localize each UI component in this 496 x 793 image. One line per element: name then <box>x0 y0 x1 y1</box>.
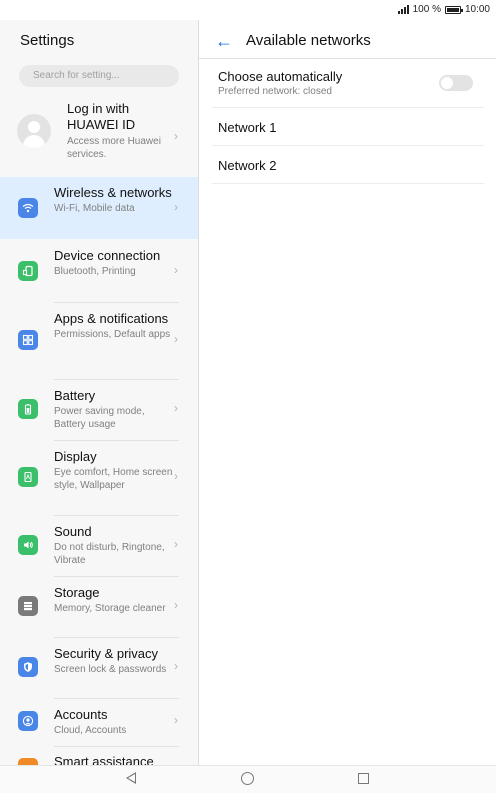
sidebar-item-subtitle: Wi-Fi, Mobile data <box>54 203 135 214</box>
status-bar: 100 % 10:00 <box>0 0 496 20</box>
signal-icon <box>397 5 409 14</box>
sidebar-item-title: Sound <box>54 524 92 539</box>
avatar <box>17 114 51 148</box>
nav-recents-icon[interactable] <box>358 773 369 784</box>
clock: 10:00 <box>464 4 490 15</box>
network-item[interactable]: Network 2 <box>218 158 277 173</box>
sidebar-item-smart-assistance[interactable]: Smart assistance <box>0 747 198 765</box>
sidebar-item-subtitle: Bluetooth, Printing <box>54 266 136 277</box>
header-divider <box>199 58 496 59</box>
huawei-id-login[interactable]: Log in with HUAWEI ID Access more Huawei… <box>0 100 198 172</box>
sidebar-item-subtitle: Screen lock & passwords <box>54 664 167 675</box>
sidebar-item-display[interactable]: Display Eye comfort, Home screen style, … <box>0 441 198 515</box>
sidebar-item-subtitle: Power saving mode, Battery usage <box>54 406 145 430</box>
sidebar-item-subtitle: Memory, Storage cleaner <box>54 603 166 614</box>
shield-icon <box>18 657 38 677</box>
sidebar-item-security[interactable]: Security & privacy Screen lock & passwor… <box>0 638 198 697</box>
sidebar-item-title: Storage <box>54 585 100 600</box>
chevron-right-icon: › <box>174 401 178 415</box>
chevron-right-icon: › <box>174 469 178 483</box>
chevron-right-icon: › <box>174 598 178 612</box>
settings-list-pane: Settings Search for setting... Log in wi… <box>0 20 198 765</box>
network-item[interactable]: Network 1 <box>218 120 277 135</box>
sidebar-item-title: Accounts <box>54 707 108 722</box>
sound-icon <box>18 535 38 555</box>
search-input[interactable]: Search for setting... <box>19 65 179 87</box>
status-indicators: 100 % 10:00 <box>397 4 490 15</box>
login-subtitle: Access more Huawei services. <box>67 136 161 160</box>
login-title: Log in with HUAWEI ID <box>67 101 136 132</box>
choose-automatically-toggle[interactable] <box>439 75 473 91</box>
battery-icon <box>444 5 463 14</box>
device-connection-icon <box>18 261 38 281</box>
chevron-right-icon: › <box>174 713 178 727</box>
battery-percentage: 100 % <box>412 4 441 15</box>
chevron-right-icon: › <box>174 200 178 214</box>
chevron-right-icon: › <box>174 332 178 346</box>
sidebar-item-sound[interactable]: Sound Do not disturb, Ringtone, Vibrate … <box>0 516 198 575</box>
back-arrow-icon[interactable]: ← <box>215 31 233 52</box>
divider <box>212 183 484 184</box>
sidebar-item-subtitle: Do not disturb, Ringtone, Vibrate <box>54 542 165 566</box>
available-networks-pane: ← Available networks Choose automaticall… <box>199 20 496 765</box>
chevron-right-icon: › <box>174 129 178 143</box>
sidebar-item-subtitle: Eye comfort, Home screen style, Wallpape… <box>54 467 173 491</box>
page-title: Available networks <box>246 32 371 49</box>
settings-title: Settings <box>20 32 75 49</box>
sidebar-item-title: Display <box>54 449 97 464</box>
sidebar-item-title: Smart assistance <box>54 754 154 765</box>
nav-back-icon[interactable] <box>126 772 136 784</box>
choose-automatically-label: Choose automatically <box>218 69 343 84</box>
sidebar-item-title: Apps & notifications <box>54 311 169 326</box>
wifi-icon <box>18 198 38 218</box>
sidebar-item-wireless[interactable]: Wireless & networks Wi-Fi, Mobile data › <box>0 177 198 239</box>
navigation-bar <box>0 765 496 793</box>
chevron-right-icon: › <box>174 537 178 551</box>
battery-icon <box>18 399 38 419</box>
sidebar-item-title: Wireless & networks <box>54 185 172 200</box>
sidebar-item-accounts[interactable]: Accounts Cloud, Accounts › <box>0 699 198 746</box>
sidebar-item-title: Security & privacy <box>54 646 159 661</box>
sidebar-item-battery[interactable]: Battery Power saving mode, Battery usage… <box>0 380 198 439</box>
preferred-network-status: Preferred network: closed <box>218 86 332 97</box>
apps-icon <box>18 330 38 350</box>
nav-home-icon[interactable] <box>241 772 254 785</box>
account-icon <box>18 711 38 731</box>
divider <box>212 107 484 108</box>
storage-icon <box>18 596 38 616</box>
sidebar-item-title: Battery <box>54 388 96 403</box>
sidebar-item-subtitle: Cloud, Accounts <box>54 725 127 736</box>
divider <box>54 302 179 303</box>
display-icon <box>18 467 38 487</box>
smart-assistance-icon <box>18 758 38 765</box>
divider <box>212 145 484 146</box>
sidebar-item-title: Device connection <box>54 248 161 263</box>
sidebar-item-apps[interactable]: Apps & notifications Permissions, Defaul… <box>0 304 198 379</box>
sidebar-item-storage[interactable]: Storage Memory, Storage cleaner › <box>0 577 198 636</box>
chevron-right-icon: › <box>174 659 178 673</box>
chevron-right-icon: › <box>174 263 178 277</box>
sidebar-item-device-connection[interactable]: Device connection Bluetooth, Printing › <box>0 241 198 303</box>
sidebar-item-subtitle: Permissions, Default apps <box>54 329 171 340</box>
